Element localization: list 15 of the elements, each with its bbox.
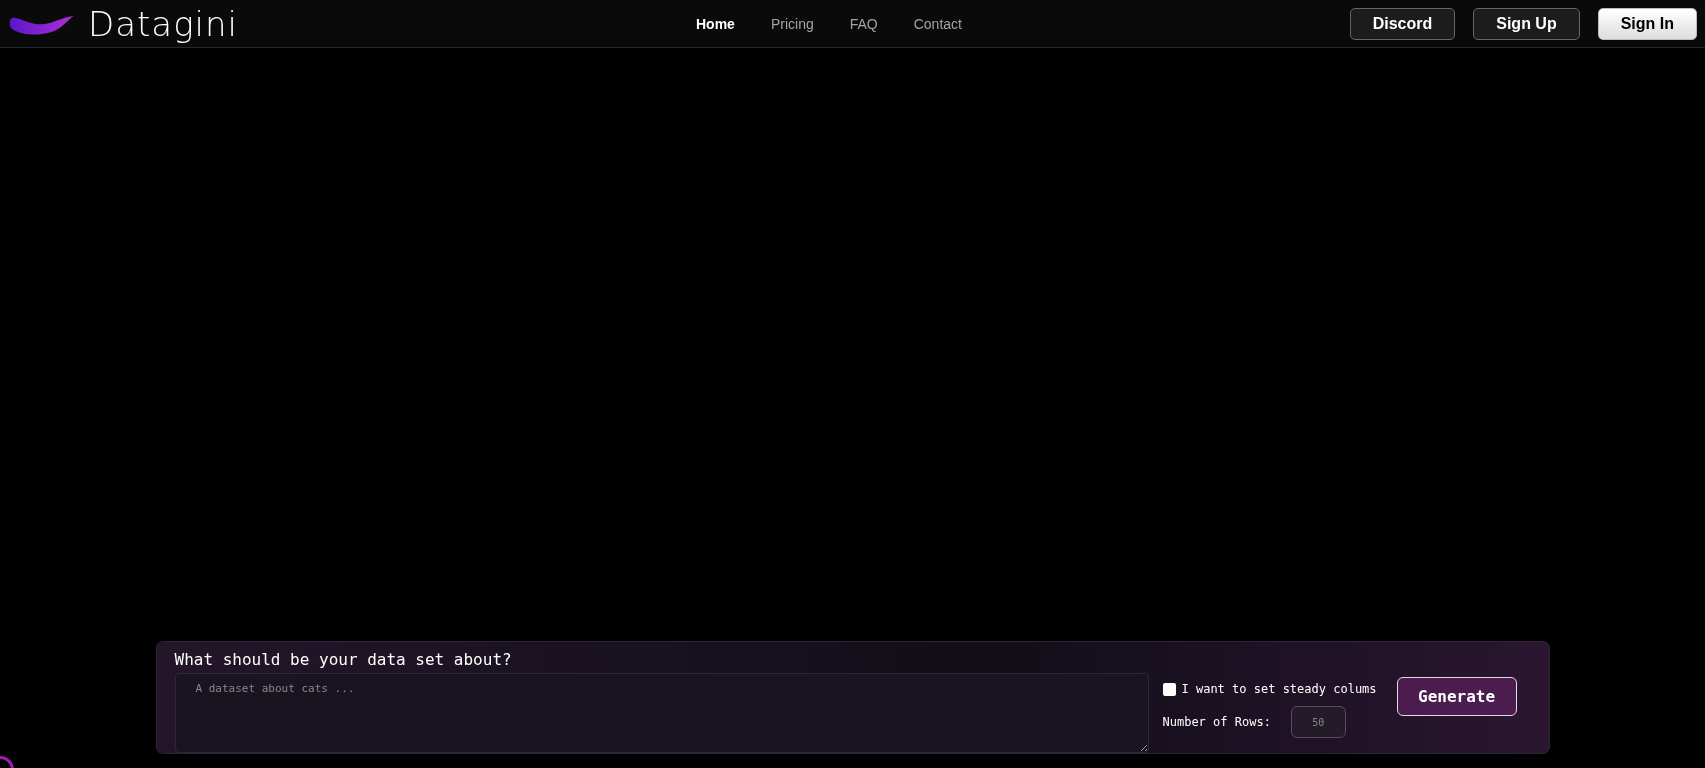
logo-text[interactable]: Datagini <box>88 3 239 44</box>
prompt-title: What should be your data set about? <box>174 650 513 669</box>
header-button[interactable]: Sign In <box>1597 7 1697 40</box>
nav-link[interactable]: FAQ <box>849 15 878 32</box>
header-button[interactable]: Discord <box>1349 7 1456 40</box>
checkbox[interactable] <box>1162 682 1176 696</box>
nav-link[interactable]: Contact <box>913 15 962 32</box>
prompt-input-field[interactable]: A dataset about cats ... <box>174 673 1149 753</box>
rows-input-field[interactable]: 50 <box>1290 706 1346 738</box>
generate-button[interactable]: Generate <box>1396 677 1517 716</box>
rows-label: Number of Rows: <box>1162 715 1271 729</box>
header-button[interactable]: Sign Up <box>1473 7 1580 40</box>
checkbox-label: I want to set steady colums <box>1181 682 1377 696</box>
nav-link[interactable]: Pricing <box>770 15 814 32</box>
nav-link[interactable]: Home <box>696 15 735 32</box>
